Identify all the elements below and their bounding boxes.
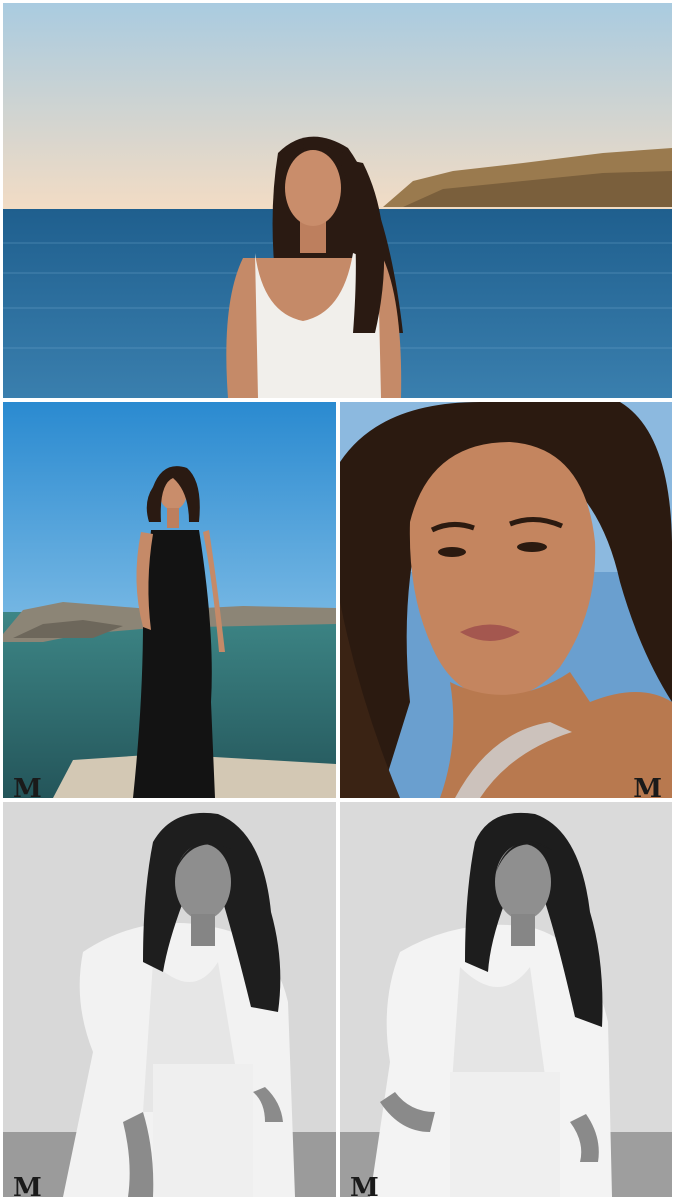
watermark-letter: M <box>350 1173 379 1197</box>
watermark-letter: M <box>13 774 42 798</box>
photo-sea-white-top-image <box>3 3 672 398</box>
photo-bw-blazer-left-image <box>3 802 336 1197</box>
photo-sea-white-top <box>3 3 672 398</box>
photo-black-dress-pier-image <box>3 402 336 798</box>
photo-bw-blazer-left: M <box>3 802 336 1197</box>
watermark-letter: M <box>633 774 662 798</box>
photo-closeup-portrait-image <box>340 402 672 798</box>
photo-black-dress-pier: M <box>3 402 336 798</box>
watermark-letter: M <box>13 1173 42 1197</box>
photo-closeup-portrait: M <box>340 402 672 798</box>
photo-bw-blazer-right: M <box>340 802 672 1197</box>
photo-bw-blazer-right-image <box>340 802 672 1197</box>
